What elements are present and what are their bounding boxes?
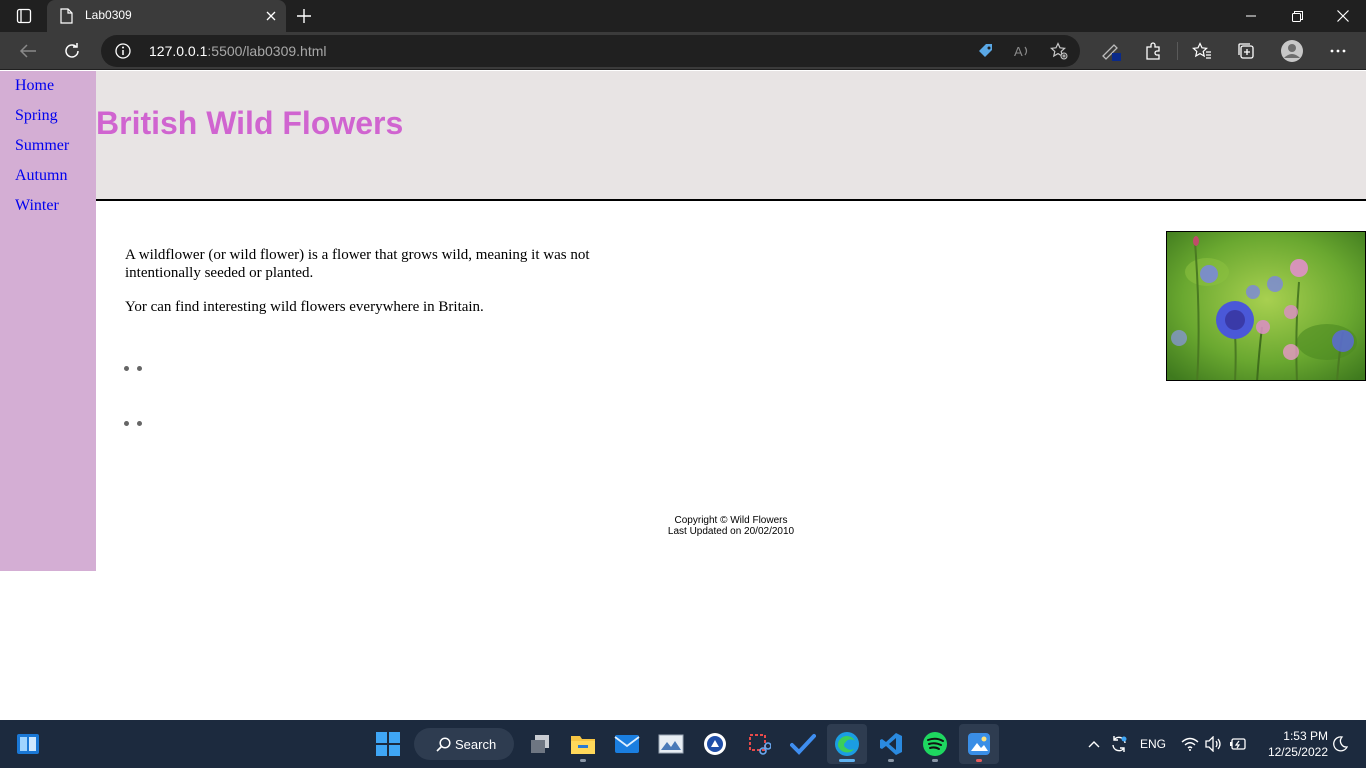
photos-app-icon[interactable] [959, 724, 999, 764]
tab-title: Lab0309 [85, 8, 132, 22]
nav-link-winter[interactable]: Winter [15, 197, 59, 215]
start-windows-icon[interactable] [368, 724, 408, 764]
nav-link-home[interactable]: Home [15, 77, 54, 95]
nav-link-autumn[interactable]: Autumn [15, 167, 67, 185]
taskbar-search-button[interactable]: Search [414, 728, 514, 760]
page-footer: Copyright © Wild Flowers Last Updated on… [600, 515, 862, 537]
back-arrow-icon[interactable] [13, 36, 43, 66]
file-explorer-icon[interactable] [563, 724, 603, 764]
address-bar[interactable]: 127.0.0.1:5500/lab0309.html A [101, 35, 1080, 67]
coupon-tag-icon[interactable] [975, 41, 997, 61]
task-view-icon[interactable] [520, 724, 560, 764]
edge-browser-icon[interactable] [827, 724, 867, 764]
minimize-icon[interactable] [1228, 0, 1274, 32]
svg-text:A: A [1014, 44, 1023, 59]
bullet-dot [124, 366, 129, 371]
nav-link-spring[interactable]: Spring [15, 107, 58, 125]
notifications-moon-icon[interactable] [1328, 724, 1352, 764]
refresh-icon[interactable] [57, 36, 87, 66]
page-icon [59, 8, 73, 29]
system-clock[interactable]: 1:53 PM 12/25/2022 [1256, 728, 1328, 760]
bullet-dot [124, 421, 129, 426]
clock-date: 12/25/2022 [1267, 745, 1328, 759]
battery-icon[interactable] [1226, 724, 1250, 764]
tab-actions-icon[interactable] [8, 6, 40, 26]
windows-taskbar: Search ENG 1:53 PM 12/25/2022 [0, 720, 1366, 768]
running-indicator [976, 759, 982, 762]
url-text[interactable]: 127.0.0.1:5500/lab0309.html [149, 43, 326, 59]
volume-icon[interactable] [1201, 724, 1225, 764]
url-path: :5500/lab0309.html [207, 43, 327, 59]
web-page: Home Spring Summer Autumn Winter British… [0, 71, 1366, 720]
favorites-icon[interactable] [1187, 36, 1217, 66]
page-title: British Wild Flowers [96, 105, 404, 141]
bullet-dot [137, 421, 142, 426]
bullet-list-1 [124, 366, 142, 371]
wildflower-photo [1166, 231, 1366, 381]
widgets-icon[interactable] [8, 724, 48, 764]
sidebar-nav: Home Spring Summer Autumn Winter [0, 71, 96, 571]
todo-check-icon[interactable] [783, 724, 823, 764]
new-tab-icon[interactable] [292, 4, 316, 28]
show-hidden-icons-icon[interactable] [1082, 724, 1106, 764]
mail-icon[interactable] [607, 724, 647, 764]
collections-icon[interactable] [1231, 36, 1261, 66]
vscode-icon[interactable] [871, 724, 911, 764]
page-header: British Wild Flowers [96, 71, 1366, 201]
add-favorite-icon[interactable] [1048, 41, 1070, 61]
running-indicator [888, 759, 894, 762]
browser-tab-active[interactable]: Lab0309 [47, 0, 286, 32]
toolbar-divider [1177, 42, 1178, 60]
restore-icon[interactable] [1274, 0, 1320, 32]
read-aloud-icon[interactable]: A [1011, 41, 1033, 61]
profile-avatar-icon[interactable] [1277, 36, 1307, 66]
language-indicator[interactable]: ENG [1140, 737, 1166, 751]
search-label: Search [455, 737, 497, 752]
extensions-puzzle-icon[interactable] [1138, 36, 1168, 66]
site-info-icon[interactable] [115, 43, 131, 64]
last-updated-text: Last Updated on 20/02/2010 [667, 526, 795, 537]
clock-time: 1:53 PM [1283, 729, 1328, 743]
intro-paragraph: A wildflower (or wild flower) is a flowe… [125, 247, 590, 281]
url-host: 127.0.0.1 [149, 43, 208, 59]
wifi-icon[interactable] [1178, 724, 1202, 764]
app-circle-icon[interactable] [695, 724, 735, 764]
copyright-text: Copyright © Wild Flowers [674, 515, 788, 526]
bullet-dot [137, 366, 142, 371]
running-indicator [932, 759, 938, 762]
close-window-icon[interactable] [1320, 0, 1366, 32]
browser-tab-strip: Lab0309 [0, 0, 1366, 32]
running-indicator [580, 759, 586, 762]
nav-link-summer[interactable]: Summer [15, 137, 69, 155]
photo-viewer-icon[interactable] [651, 724, 691, 764]
snipping-tool-icon[interactable] [739, 724, 779, 764]
close-tab-icon[interactable] [263, 6, 279, 26]
bullet-list-2 [124, 421, 142, 426]
pen-extension-icon[interactable] [1096, 36, 1126, 66]
browser-toolbar: 127.0.0.1:5500/lab0309.html A [0, 32, 1366, 70]
spotify-icon[interactable] [915, 724, 955, 764]
second-paragraph: Yor can find interesting wild flowers ev… [125, 299, 484, 315]
search-icon [436, 737, 451, 757]
settings-more-icon[interactable] [1323, 36, 1353, 66]
active-indicator [839, 759, 855, 762]
sync-icon[interactable] [1107, 724, 1131, 764]
